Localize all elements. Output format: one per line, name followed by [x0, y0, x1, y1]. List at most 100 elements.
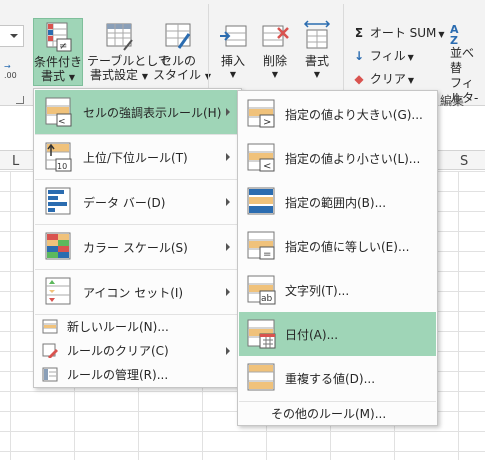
svg-text:<: < [263, 161, 271, 172]
delete-button[interactable]: 削除 ▼ [256, 20, 294, 82]
menu-item-label: アイコン セット(I) [83, 285, 184, 300]
submenu-item-between[interactable]: 指定の範囲内(B)... [239, 180, 436, 224]
clear-button[interactable]: ◆ クリア ▼ [352, 70, 414, 87]
menu-item-manage-rules[interactable]: ルールの管理(R)... [35, 363, 240, 386]
fill-down-icon: ↓ [353, 49, 365, 63]
menu-item-label: 上位/下位ルール(T) [83, 150, 188, 165]
insert-cells-icon [218, 20, 248, 52]
data-bars-icon [45, 187, 73, 217]
chevron-right-icon [226, 108, 230, 116]
color-scales-icon [45, 232, 73, 262]
submenu-item-less-than[interactable]: < 指定の値より小さい(L)... [239, 136, 436, 180]
format-button[interactable]: 書式 ▼ [298, 20, 336, 82]
fill-button[interactable]: ↓ フィル ▼ [352, 47, 414, 64]
conditional-formatting-menu: < セルの強調表示ルール(H) 10 上位/下位ルール(T) データ バー(D)… [33, 88, 242, 388]
autosum-button[interactable]: Σ オート SUM ▼ [352, 24, 445, 41]
menu-item-top-bottom-rules[interactable]: 10 上位/下位ルール(T) [35, 135, 240, 179]
editing-group-label: 編集 [440, 94, 465, 108]
ribbon-separator [208, 4, 209, 100]
conditional-formatting-button[interactable]: ≠ 条件付き 書式 ▼ [33, 18, 83, 86]
equal-to-icon: = [247, 231, 277, 261]
decimal-label: .00 [4, 71, 17, 80]
ribbon-separator [343, 4, 344, 100]
chevron-right-icon [226, 198, 230, 206]
menu-item-icon-sets[interactable]: アイコン セット(I) [35, 270, 240, 314]
format-as-table-button[interactable]: テーブルとして 書式設定 ▼ [87, 20, 170, 84]
column-header-s[interactable]: S [460, 154, 468, 169]
menu-item-label: ルールの管理(R)... [67, 368, 169, 382]
delete-cells-icon [260, 20, 290, 52]
submenu-item-label: その他のルール(M)... [271, 407, 387, 421]
dialog-launcher-icon[interactable] [16, 96, 24, 104]
menu-item-clear-rules[interactable]: ルールのクリア(C) [35, 339, 240, 362]
delete-label: 削除 [262, 54, 287, 68]
submenu-item-label: 日付(A)... [285, 327, 339, 342]
highlight-rules-icon: < [45, 97, 73, 127]
cell-styles-label-1: セルの [159, 54, 196, 68]
new-rule-icon [42, 319, 58, 334]
chevron-down-icon [10, 34, 18, 38]
greater-than-icon: > [247, 99, 277, 129]
menu-item-data-bars[interactable]: データ バー(D) [35, 180, 240, 224]
menu-item-label: データ バー(D) [83, 195, 166, 210]
clear-label: クリア [369, 72, 406, 86]
chevron-down-icon: ▼ [313, 70, 321, 79]
svg-text:≠: ≠ [59, 41, 67, 52]
chevron-right-icon [226, 346, 230, 355]
submenu-item-date-occurring[interactable]: 日付(A)... [239, 312, 436, 356]
decimal-arrow-icon: → [4, 62, 11, 71]
svg-text:>: > [263, 117, 271, 128]
chevron-down-icon: ▼ [438, 30, 445, 39]
svg-text:=: = [263, 249, 271, 260]
chevron-down-icon: ▼ [229, 70, 237, 79]
chevron-down-icon: ▼ [407, 53, 414, 62]
menu-item-label: ルールのクリア(C) [67, 344, 169, 358]
eraser-icon: ◆ [354, 72, 364, 86]
conditional-formatting-icon: ≠ [43, 21, 73, 53]
chevron-right-icon [226, 243, 230, 251]
chevron-down-icon: ▼ [271, 70, 279, 79]
format-as-table-label-1: テーブルとして [87, 54, 170, 68]
sort-az-icon: AZ [450, 23, 459, 47]
between-icon [247, 187, 277, 217]
submenu-item-label: 指定の値に等しい(E)... [285, 239, 410, 254]
autosum-label: オート SUM [369, 26, 437, 40]
chevron-down-icon: ▼ [407, 76, 414, 85]
menu-item-color-scales[interactable]: カラー スケール(S) [35, 225, 240, 269]
menu-item-label: 新しいルール(N)... [67, 320, 169, 334]
chevron-right-icon [226, 153, 230, 161]
submenu-item-label: 指定の範囲内(B)... [285, 195, 387, 210]
submenu-item-text-contains[interactable]: ab 文字列(T)... [239, 268, 436, 312]
icon-sets-icon [45, 277, 73, 307]
svg-text:10: 10 [57, 162, 67, 171]
submenu-item-duplicate-values[interactable]: 重複する値(D)... [239, 356, 436, 400]
menu-item-label: カラー スケール(S) [83, 240, 188, 255]
duplicate-values-icon [247, 363, 277, 393]
format-cells-icon [302, 20, 332, 52]
cell-styles-icon [163, 20, 193, 52]
less-than-icon: < [247, 143, 277, 173]
menu-item-new-rule[interactable]: 新しいルール(N)... [35, 315, 240, 338]
fill-label: フィル [369, 49, 406, 63]
conditional-formatting-label-2: 書式 ▼ [41, 69, 75, 83]
cell-styles-button[interactable]: セルの スタイル ▼ [153, 20, 211, 84]
decrease-decimal-button[interactable]: → .00 [4, 62, 17, 80]
font-size-combo[interactable] [0, 25, 24, 47]
insert-button[interactable]: 挿入 ▼ [214, 20, 252, 82]
submenu-item-label: 文字列(T)... [285, 283, 350, 298]
column-header-l[interactable]: L [12, 154, 19, 169]
text-contains-icon: ab [247, 275, 277, 305]
sigma-icon: Σ [354, 26, 364, 40]
manage-rules-icon [42, 367, 58, 382]
submenu-item-greater-than[interactable]: > 指定の値より大きい(G)... [239, 92, 436, 136]
svg-text:ab: ab [261, 294, 273, 304]
highlight-cells-rules-submenu: > 指定の値より大きい(G)... < 指定の値より小さい(L)... 指定の範… [237, 90, 438, 426]
chevron-right-icon [226, 288, 230, 296]
menu-item-label: セルの強調表示ルール(H) [83, 105, 222, 120]
format-as-table-icon [104, 20, 134, 52]
submenu-item-equal-to[interactable]: = 指定の値に等しい(E)... [239, 224, 436, 268]
sort-filter-label-1: 並べ替 [450, 46, 475, 75]
top-bottom-rules-icon: 10 [45, 142, 73, 172]
menu-item-highlight-cells-rules[interactable]: < セルの強調表示ルール(H) [35, 90, 240, 134]
submenu-item-more-rules[interactable]: その他のルール(M)... [239, 402, 436, 425]
